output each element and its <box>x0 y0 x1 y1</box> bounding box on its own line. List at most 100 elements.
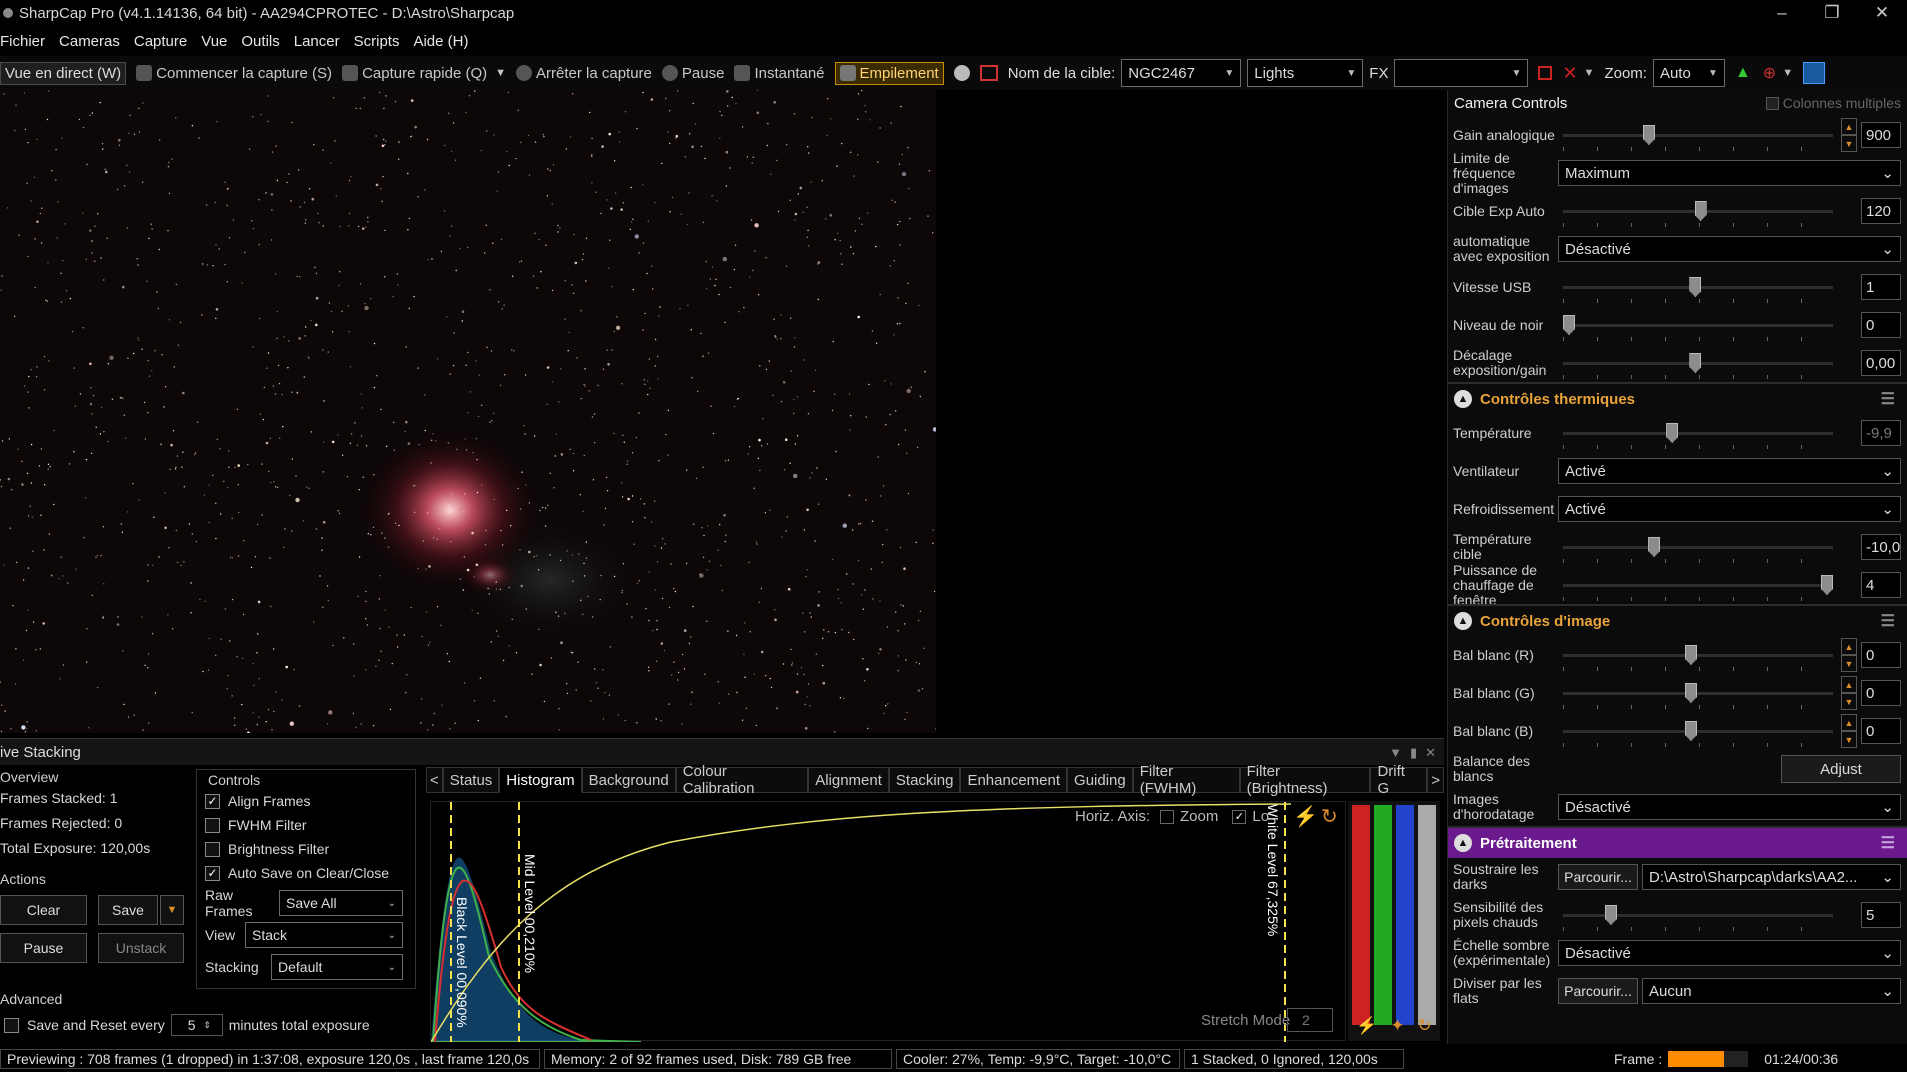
slider-thumb[interactable] <box>1685 645 1697 665</box>
pause-button[interactable]: Pause <box>661 65 724 82</box>
flats-browse-button[interactable]: Parcourir... <box>1558 978 1638 1004</box>
reset-icon[interactable]: ↻ <box>1417 1016 1431 1038</box>
close-button[interactable]: ✕ <box>1857 0 1907 26</box>
thermal-controls-header[interactable]: ▲ Contrôles thermiques ☰ <box>1448 382 1907 414</box>
tab-enhancement[interactable]: Enhancement <box>960 767 1068 793</box>
preprocessing-header[interactable]: ▲ Prétraitement ☰ <box>1448 826 1907 858</box>
wb-blue-slider[interactable] <box>1563 721 1833 747</box>
tab-background[interactable]: Background <box>581 767 676 793</box>
fwhm-filter-option[interactable]: FWHM Filter <box>205 813 407 837</box>
collapse-icon[interactable]: ▲ <box>1454 390 1472 408</box>
wb-green-value[interactable]: 0 <box>1861 680 1901 706</box>
pin-icon[interactable]: ▮ <box>1410 745 1417 760</box>
hot-pixel-value[interactable]: 5 <box>1861 902 1901 928</box>
stacking-mode-select[interactable]: Default ⌄ <box>271 954 403 980</box>
red-level-slider[interactable] <box>1352 805 1370 1025</box>
checkbox-icon[interactable] <box>205 817 220 833</box>
auto-exp-target-value[interactable]: 120 <box>1861 198 1901 224</box>
dark-scale-select[interactable]: Désactivé ⌄ <box>1558 940 1901 966</box>
zoom-checkbox[interactable] <box>1160 809 1175 824</box>
darks-select[interactable]: D:\Astro\Sharpcap\darks\AA2... ⌄ <box>1642 864 1901 890</box>
menu-vue[interactable]: Vue <box>194 33 234 50</box>
pause-stacking-button[interactable]: Pause <box>0 933 87 963</box>
slider-thumb[interactable] <box>1642 125 1655 145</box>
clear-button[interactable]: Clear <box>0 895 87 925</box>
collapse-icon[interactable]: ▲ <box>1454 834 1472 852</box>
black-level-value[interactable]: 0 <box>1861 312 1901 338</box>
up-arrow-icon[interactable]: ▲ <box>1841 676 1857 693</box>
histogram-icon[interactable]: ▲ <box>1735 64 1751 82</box>
maximize-button[interactable]: ❐ <box>1807 0 1857 26</box>
raw-frames-select[interactable]: Save All ⌄ <box>279 890 403 916</box>
tab-stacking[interactable]: Stacking <box>888 767 961 793</box>
stop-capture-button[interactable]: Arrêter la capture <box>516 65 652 82</box>
minimize-button[interactable]: – <box>1757 0 1807 26</box>
multi-columns-option[interactable]: Colonnes multiples <box>1765 95 1901 111</box>
slider-thumb[interactable] <box>1605 905 1617 925</box>
close-panel-icon[interactable]: ✕ <box>1425 745 1436 760</box>
tab-alignment[interactable]: Alignment <box>808 767 889 793</box>
darks-browse-button[interactable]: Parcourir... <box>1558 864 1638 890</box>
wb-red-slider[interactable] <box>1563 645 1833 671</box>
hamburger-menu-icon[interactable]: ☰ <box>1881 389 1895 409</box>
slider-thumb[interactable] <box>1648 537 1661 557</box>
hamburger-menu-icon[interactable]: ☰ <box>1881 833 1895 853</box>
menu-outils[interactable]: Outils <box>234 33 286 50</box>
crosshair-icon[interactable]: ✕ <box>1562 63 1577 84</box>
save-button[interactable]: Save <box>98 895 158 925</box>
down-arrow-icon[interactable]: ▼ <box>1841 731 1857 748</box>
green-level-slider[interactable] <box>1374 805 1392 1025</box>
tab-status[interactable]: Status <box>442 767 500 793</box>
gain-value[interactable]: 900 <box>1861 122 1901 148</box>
checkmark-icon[interactable]: ✓ <box>205 793 220 809</box>
slider-thumb[interactable] <box>1689 277 1702 297</box>
zoom-select[interactable]: Auto ▼ <box>1652 59 1725 87</box>
usb-speed-value[interactable]: 1 <box>1861 274 1901 300</box>
fx-select[interactable]: ▼ <box>1394 59 1529 87</box>
fan-select[interactable]: Activé ⌄ <box>1558 458 1901 484</box>
wb-green-slider[interactable] <box>1563 683 1833 709</box>
heater-power-value[interactable]: 4 <box>1861 572 1901 598</box>
tab-scroll-right[interactable]: > <box>1427 767 1444 793</box>
start-capture-button[interactable]: Commencer la capture (S) <box>136 65 332 82</box>
timestamp-select[interactable]: Désactivé ⌄ <box>1558 794 1901 820</box>
live-view-button[interactable]: Vue en direct (W) <box>0 61 127 85</box>
adjust-button[interactable]: Adjust <box>1781 755 1901 783</box>
heater-power-slider[interactable] <box>1563 575 1833 601</box>
auto-exposure-select[interactable]: Désactivé ⌄ <box>1558 236 1901 262</box>
menu-scripts[interactable]: Scripts <box>347 33 407 50</box>
slider-thumb[interactable] <box>1685 683 1697 703</box>
tab-scroll-left[interactable]: < <box>426 767 443 793</box>
save-options-chevron-icon[interactable]: ▼ <box>160 895 184 925</box>
menu-capture[interactable]: Capture <box>127 33 194 50</box>
gain-slider[interactable] <box>1563 125 1833 151</box>
menu-lancer[interactable]: Lancer <box>287 33 347 50</box>
dropdown-icon[interactable]: ▼ <box>1389 745 1402 760</box>
histogram-view[interactable]: Black Level 00,090% Mid Level 00,210% Wh… <box>430 801 1346 1043</box>
blue-level-slider[interactable] <box>1396 805 1414 1025</box>
black-level-slider[interactable] <box>1563 315 1833 341</box>
unstack-button[interactable]: Unstack <box>98 933 184 963</box>
frame-type-select[interactable]: Lights ▼ <box>1247 59 1364 87</box>
slider-thumb[interactable] <box>1821 575 1833 595</box>
up-arrow-icon[interactable]: ▲ <box>1841 714 1857 731</box>
brush-icon[interactable] <box>1803 62 1826 84</box>
target-name-select[interactable]: NGC2467 ▼ <box>1121 59 1242 87</box>
reticle-icon[interactable] <box>1538 66 1553 80</box>
tab-filter-fwhm[interactable]: Filter (FWHM) <box>1132 763 1240 797</box>
camera-preview[interactable] <box>0 90 936 733</box>
collapse-icon[interactable]: ▲ <box>1454 612 1472 630</box>
up-down-arrow-icon[interactable]: ⇕ <box>204 1020 212 1031</box>
stretch-mode-spinner[interactable]: 2 <box>1287 1008 1333 1032</box>
cooling-select[interactable]: Activé ⌄ <box>1558 496 1901 522</box>
exposure-gain-offset-slider[interactable] <box>1563 353 1833 379</box>
tab-colour-calibration[interactable]: Colour Calibration <box>675 763 809 797</box>
align-frames-option[interactable]: ✓ Align Frames <box>205 789 407 813</box>
focus-icon[interactable]: ⊕ <box>1763 63 1776 83</box>
no-gain-icon[interactable] <box>979 65 998 81</box>
stacking-button[interactable]: Empilement <box>834 61 944 85</box>
record-icon[interactable] <box>953 65 970 81</box>
checkmark-icon[interactable]: ✓ <box>205 865 220 881</box>
up-arrow-icon[interactable]: ▲ <box>1841 118 1857 135</box>
chevron-down-icon[interactable]: ▼ <box>1584 67 1595 79</box>
